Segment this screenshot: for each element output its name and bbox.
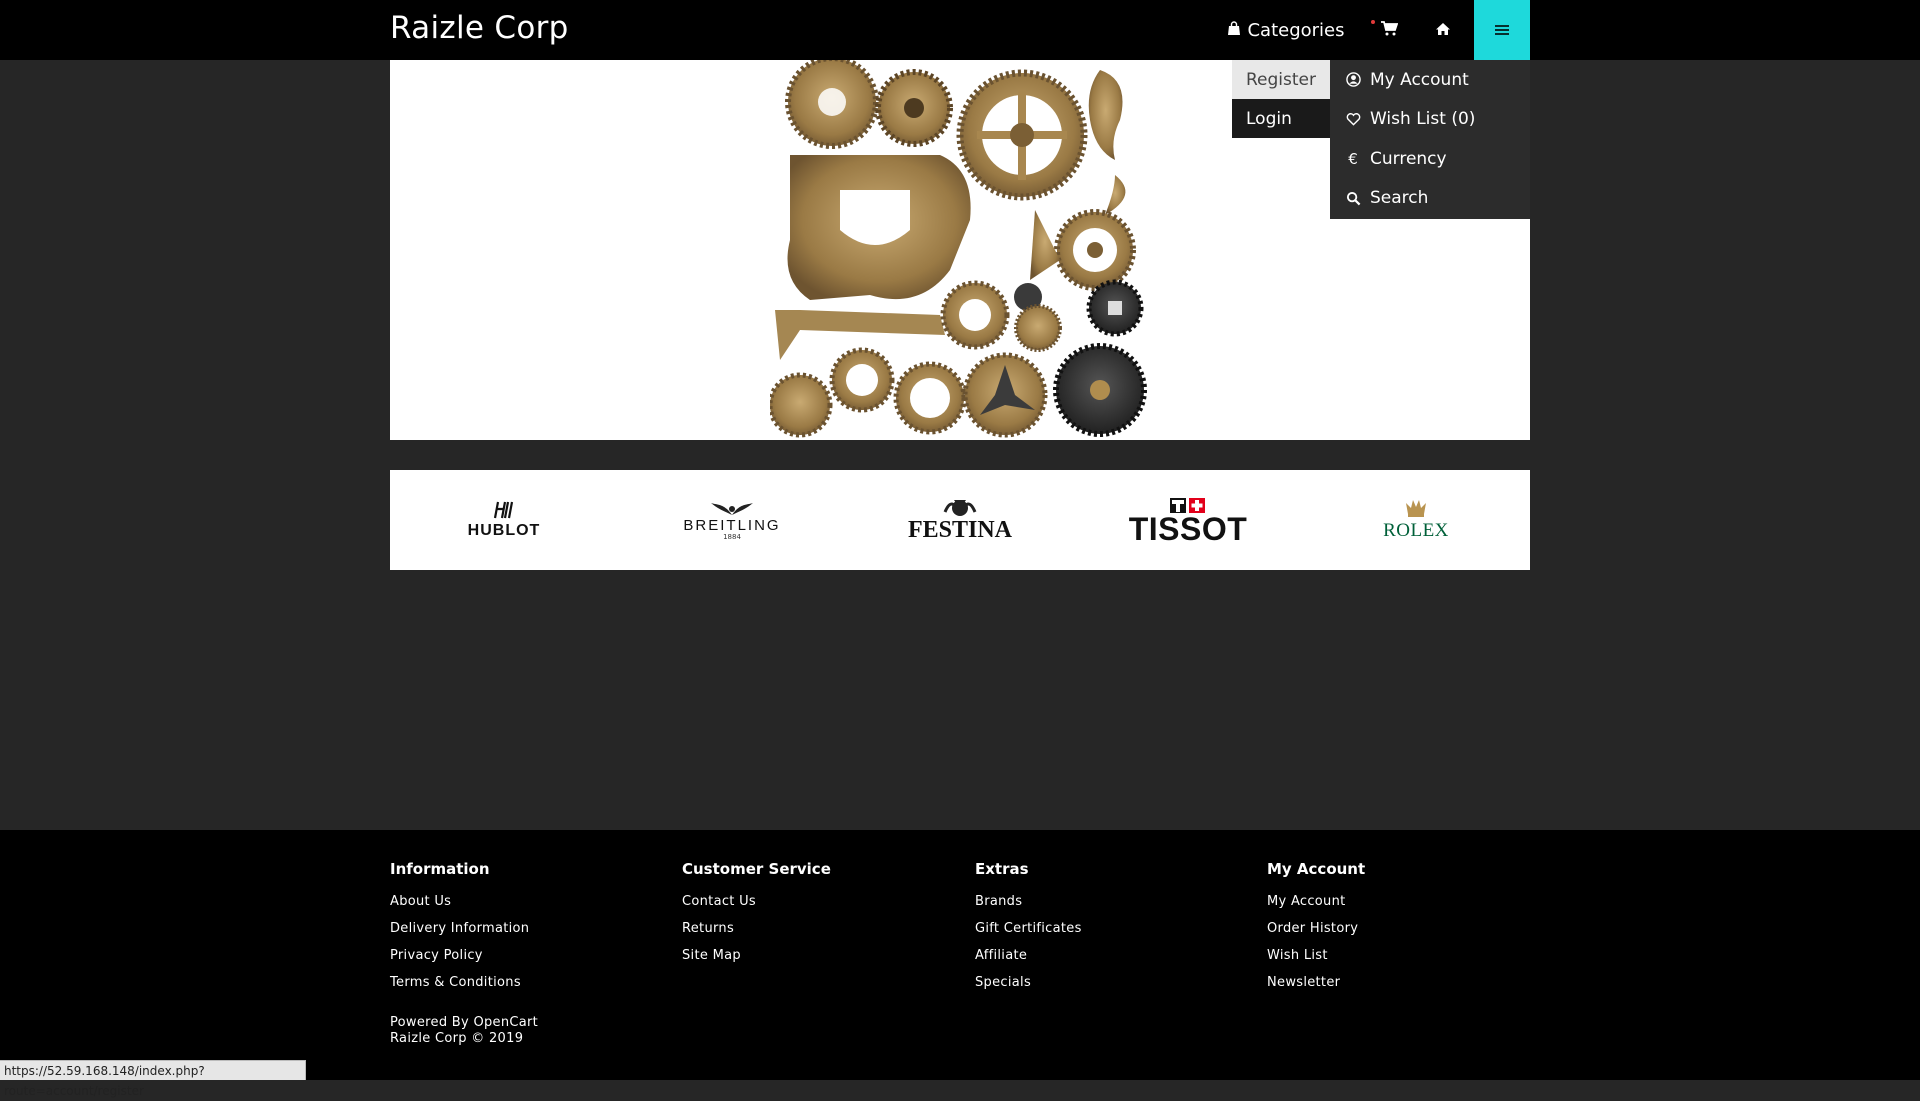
my-account-link[interactable]: My Account bbox=[1330, 60, 1530, 100]
brand-logo-rolex[interactable]: ROLEX bbox=[1331, 485, 1501, 555]
register-link[interactable]: Register bbox=[1232, 60, 1330, 99]
top-navbar bbox=[0, 0, 1920, 60]
account-menu-toggle[interactable] bbox=[1474, 0, 1530, 60]
footer-column-my-account: My Account My Account Order History Wish… bbox=[1267, 860, 1365, 1000]
brand-year-breitling: 1884 bbox=[723, 533, 741, 541]
brand-logo-tissot[interactable]: TISSOT bbox=[1103, 485, 1273, 555]
footer-heading-information: Information bbox=[390, 860, 490, 878]
store-logo-link[interactable]: Raizle Corp bbox=[390, 10, 569, 46]
brand-logo-breitling[interactable]: BREITLING 1884 bbox=[647, 485, 817, 555]
cart-badge-dot bbox=[1371, 20, 1375, 24]
breitling-wings-icon bbox=[711, 503, 753, 515]
footer-link-terms-conditions[interactable]: Terms & Conditions bbox=[390, 973, 529, 1000]
brand-carousel: HUBLOT BREITLING 1884 FESTINA TISSOT ROL… bbox=[390, 470, 1530, 570]
rolex-crown-icon bbox=[1406, 500, 1426, 517]
account-dropdown-right: My Account Wish List (0) € Currency Sear… bbox=[1330, 60, 1530, 219]
footer-column-extras: Extras Brands Gift Certificates Affiliat… bbox=[975, 860, 1082, 1000]
footer-heading-extras: Extras bbox=[975, 860, 1029, 878]
login-link[interactable]: Login bbox=[1232, 99, 1330, 138]
festina-crest-icon bbox=[943, 500, 977, 516]
footer-column-information: Information About Us Delivery Informatio… bbox=[390, 860, 529, 1000]
footer-link-wish-list[interactable]: Wish List bbox=[1267, 946, 1365, 973]
site-footer bbox=[0, 830, 1920, 1080]
copyright-text: Raizle Corp © 2019 bbox=[390, 1031, 524, 1046]
wish-list-link[interactable]: Wish List (0) bbox=[1330, 100, 1530, 140]
footer-link-order-history[interactable]: Order History bbox=[1267, 919, 1365, 946]
powered-by-text: Powered By OpenCart Raizle Corp © 2019 bbox=[390, 1015, 538, 1047]
footer-link-returns[interactable]: Returns bbox=[682, 919, 831, 946]
home-icon bbox=[1435, 20, 1451, 41]
cart-icon bbox=[1380, 20, 1399, 41]
footer-heading-customer-service: Customer Service bbox=[682, 860, 831, 878]
brand-name-tissot: TISSOT bbox=[1128, 510, 1248, 547]
search-label: Search bbox=[1370, 188, 1429, 209]
hublot-mark-icon bbox=[493, 501, 514, 519]
euro-icon: € bbox=[1348, 149, 1358, 168]
footer-link-about-us[interactable]: About Us bbox=[390, 892, 529, 919]
footer-link-gift-certificates[interactable]: Gift Certificates bbox=[975, 919, 1082, 946]
powered-prefix: Powered By bbox=[390, 1015, 470, 1030]
footer-column-customer-service: Customer Service Contact Us Returns Site… bbox=[682, 860, 831, 973]
currency-link[interactable]: € Currency bbox=[1330, 139, 1530, 179]
footer-link-contact-us[interactable]: Contact Us bbox=[682, 892, 831, 919]
brand-name-breitling: BREITLING bbox=[683, 517, 781, 534]
heart-icon bbox=[1344, 112, 1362, 126]
wish-list-label: Wish List (0) bbox=[1370, 109, 1476, 130]
account-dropdown-left: Register Login bbox=[1232, 60, 1330, 138]
footer-link-privacy-policy[interactable]: Privacy Policy bbox=[390, 946, 529, 973]
footer-link-affiliate[interactable]: Affiliate bbox=[975, 946, 1082, 973]
watch-gears-image bbox=[770, 60, 1147, 438]
browser-status-url: https://52.59.168.148/index.php?route=ac… bbox=[0, 1060, 306, 1098]
shopping-bag-icon bbox=[1227, 20, 1241, 41]
footer-link-site-map[interactable]: Site Map bbox=[682, 946, 831, 973]
currency-label: Currency bbox=[1370, 148, 1447, 169]
search-link[interactable]: Search bbox=[1330, 179, 1530, 219]
brand-name-hublot: HUBLOT bbox=[467, 522, 541, 539]
cart-button[interactable] bbox=[1364, 0, 1414, 60]
brand-logo-festina[interactable]: FESTINA bbox=[875, 485, 1045, 555]
categories-label: Categories bbox=[1247, 19, 1345, 41]
categories-menu-button[interactable]: Categories bbox=[1216, 0, 1356, 60]
footer-heading-my-account: My Account bbox=[1267, 860, 1366, 878]
footer-link-delivery-information[interactable]: Delivery Information bbox=[390, 919, 529, 946]
footer-link-specials[interactable]: Specials bbox=[975, 973, 1082, 1000]
brand-name-festina: FESTINA bbox=[907, 517, 1013, 543]
brand-name-rolex: ROLEX bbox=[1383, 520, 1449, 541]
footer-link-my-account[interactable]: My Account bbox=[1267, 892, 1365, 919]
hamburger-menu-icon bbox=[1495, 20, 1509, 41]
my-account-label: My Account bbox=[1370, 69, 1469, 90]
opencart-link[interactable]: OpenCart bbox=[473, 1015, 538, 1030]
search-icon bbox=[1344, 191, 1362, 206]
footer-link-newsletter[interactable]: Newsletter bbox=[1267, 973, 1365, 1000]
home-button[interactable] bbox=[1418, 0, 1468, 60]
user-circle-icon bbox=[1344, 72, 1362, 88]
footer-link-brands[interactable]: Brands bbox=[975, 892, 1082, 919]
brand-logo-hublot[interactable]: HUBLOT bbox=[419, 485, 589, 555]
